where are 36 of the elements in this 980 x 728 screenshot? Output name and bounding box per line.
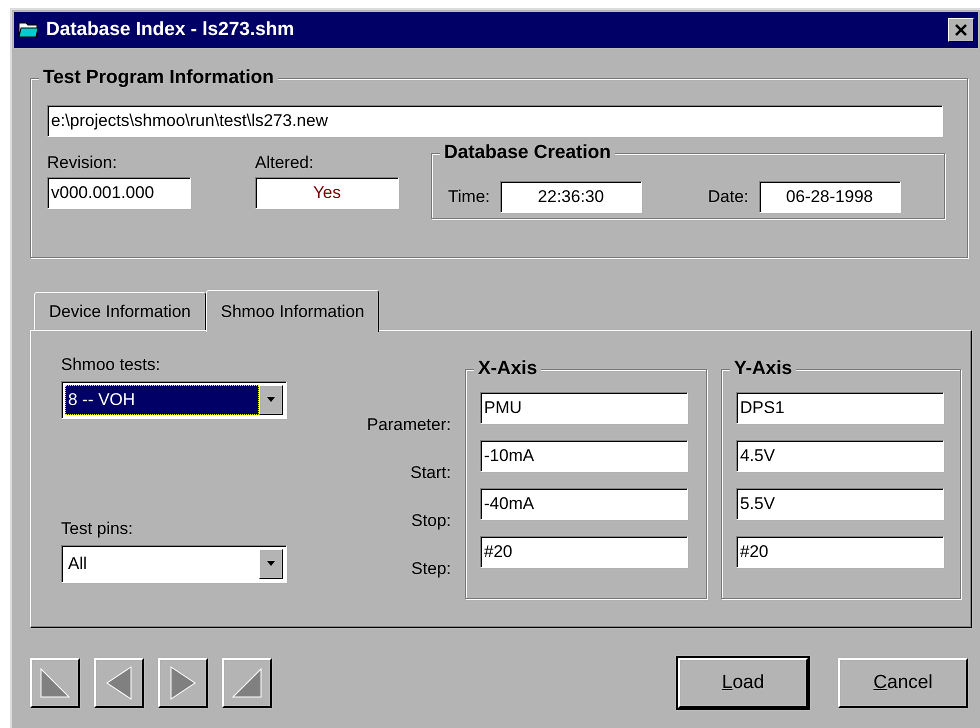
parameter-label: Parameter: [366,414,452,436]
group-title: Test Program Information [39,66,278,90]
revision-field[interactable]: v000.001.000 [47,177,191,209]
axis-field[interactable]: DPS1 [736,392,944,424]
shmoo-tests-label: Shmoo tests: [61,355,162,375]
path-field[interactable]: e:\projects\shmoo\run\test\ls273.new [47,105,943,137]
altered-field[interactable]: Yes [255,177,399,209]
folder-icon [18,21,40,39]
test-pins-label: Test pins: [61,519,134,539]
time-label: Time: [448,187,490,207]
close-icon [954,24,968,36]
tab[interactable]: Shmoo Information [206,290,380,332]
altered-label: Altered: [255,153,315,173]
axis-field[interactable]: 4.5V [736,440,944,472]
axis-field[interactable]: PMU [480,392,688,424]
window-title: Database Index - ls273.shm [46,18,294,42]
parameter-label: Start: [409,462,452,484]
dialog-button[interactable]: Load [678,658,808,708]
dropdown-arrow-icon [266,561,276,567]
close-button[interactable] [948,18,974,42]
revision-label: Revision: [47,153,118,173]
axis-field[interactable]: #20 [480,536,688,568]
axis-field[interactable]: #20 [736,536,944,568]
dialog-button[interactable]: Cancel [838,658,968,708]
axis-field[interactable]: -40mA [480,488,688,520]
dropdown-arrow-icon [266,397,276,403]
axis-field[interactable]: 5.5V [736,488,944,520]
time-field[interactable]: 22:36:30 [500,181,642,213]
tab[interactable]: Device Information [34,292,206,330]
parameter-label: Step: [410,558,452,580]
parameter-label: Stop: [410,510,452,532]
test-pins-dropdown[interactable]: All [61,545,287,583]
date-label: Date: [708,187,749,207]
shmoo-tests-dropdown[interactable]: 8 -- VOH [61,381,287,419]
date-field[interactable]: 06-28-1998 [758,181,901,213]
axis-field[interactable]: -10mA [480,440,688,472]
